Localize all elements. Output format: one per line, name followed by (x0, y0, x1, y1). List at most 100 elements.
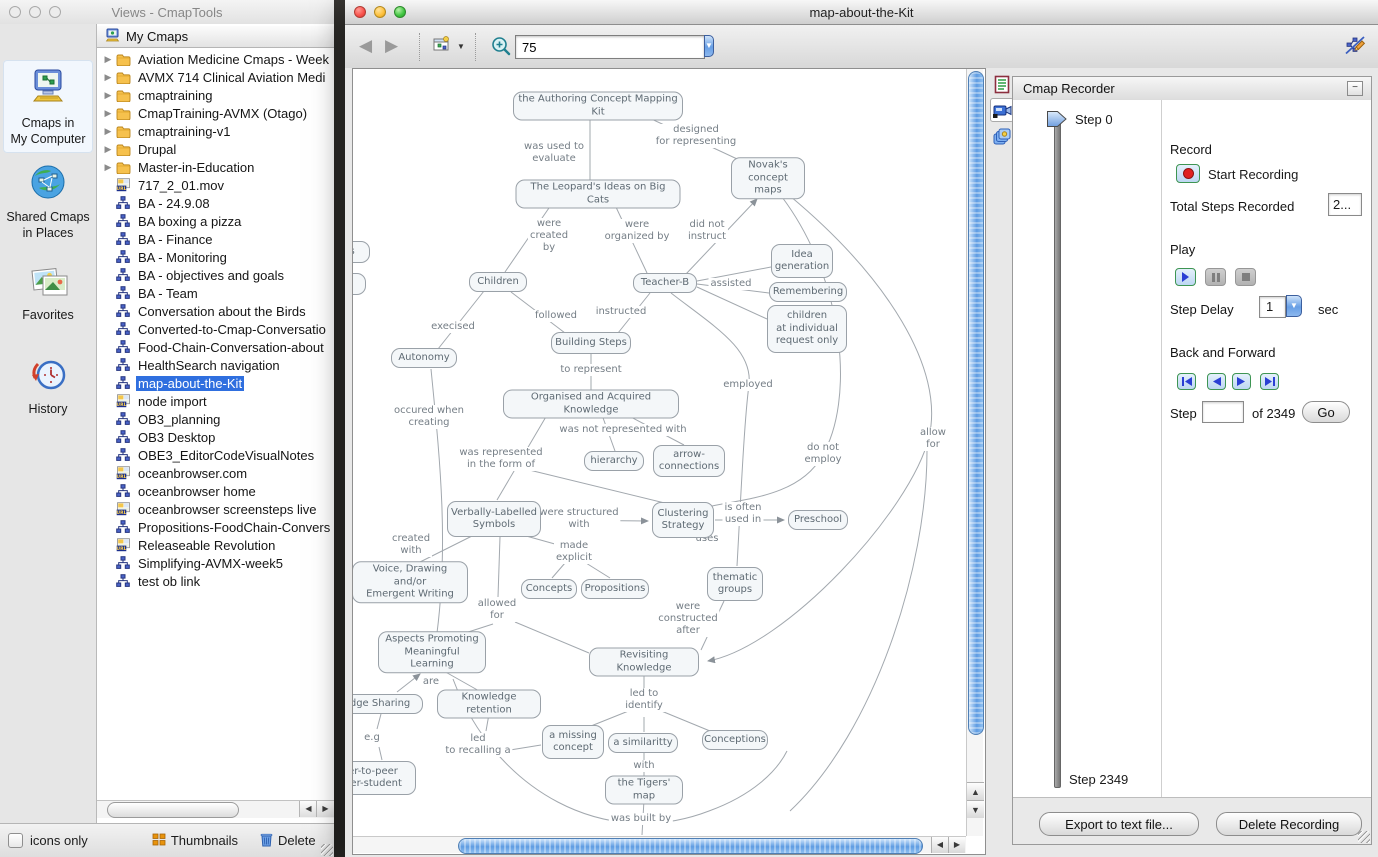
scroll-up-button[interactable]: ▲ (967, 782, 984, 800)
cmap-node[interactable]: Voice, Drawing and/or Emergent Writing (353, 561, 468, 603)
start-recording-button[interactable] (1176, 164, 1200, 183)
tree-horizontal-scrollbar[interactable]: ◀ ▶ (97, 800, 334, 818)
cmap-node[interactable]: Teacher-B (633, 273, 697, 293)
zoom-level-input[interactable] (516, 36, 704, 58)
delete-button[interactable]: Delete (260, 832, 316, 850)
tree-item-label[interactable]: oceanbrowser.com (136, 466, 249, 481)
cmap-node[interactable]: The Leopard's Ideas on Big Cats (516, 180, 681, 209)
cmap-link-label[interactable]: employed (721, 379, 775, 391)
tree-item[interactable]: Simplifying-AVMX-week5 (97, 554, 334, 572)
zoom-button[interactable] (394, 6, 406, 18)
cmap-node[interactable]: thematic groups (707, 567, 763, 601)
cmap-link-label[interactable]: were constructed after (656, 601, 719, 637)
scroll-left-button[interactable]: ◀ (299, 801, 317, 817)
disclosure-triangle-icon[interactable]: ▶ (101, 72, 115, 83)
step-slider-track[interactable] (1054, 122, 1061, 788)
tree-item-label[interactable]: Propositions-FoodChain-Convers (136, 520, 332, 535)
cmap-link-label[interactable]: made explicit (554, 540, 594, 564)
cmap-node[interactable]: er-to-peer her-student (353, 761, 416, 795)
tree-item[interactable]: ▶Aviation Medicine Cmaps - Week (97, 50, 334, 68)
canvas-vertical-scrollbar[interactable]: ▲ ▼ (966, 69, 983, 836)
tree-item[interactable]: ▶ cmaptraining-v1 (97, 122, 334, 140)
cmap-link-label[interactable]: e.g (362, 732, 382, 744)
cmap-node[interactable]: arrow- connections (653, 445, 725, 477)
cmap-link-label[interactable]: with (631, 760, 656, 772)
zoom-in-icon[interactable] (491, 36, 512, 62)
close-button[interactable] (354, 6, 366, 18)
step-delay-value[interactable]: 1 (1259, 296, 1286, 318)
scroll-left-button[interactable]: ◀ (931, 837, 948, 853)
new-window-button[interactable] (431, 36, 451, 58)
tree-item-label[interactable]: map-about-the-Kit (136, 376, 244, 391)
tree-item[interactable]: ▶Drupal (97, 140, 334, 158)
minimize-button[interactable] (29, 6, 41, 18)
cmap-node[interactable]: the Authoring Concept Mapping Kit (513, 92, 683, 121)
tree-item-label[interactable]: 717_2_01.mov (136, 178, 226, 193)
tree-item-label[interactable]: cmaptraining-v1 (136, 124, 233, 139)
cmap-node[interactable]: Verbally-Labelled Symbols (447, 501, 541, 537)
cmap-link-label[interactable]: do not employ (802, 442, 843, 466)
cmap-link-label[interactable]: is often used in (722, 502, 763, 526)
disclosure-triangle-icon[interactable]: ▶ (101, 162, 115, 173)
cmap-link-label[interactable]: to represent (558, 364, 623, 376)
cmap-node[interactable]: Knowledge retention (437, 690, 541, 719)
layers-panel-button[interactable] (990, 124, 1014, 148)
cmap-link-label[interactable]: were created by (528, 218, 570, 254)
disclosure-triangle-icon[interactable]: ▶ (101, 144, 115, 155)
tree-item-label[interactable]: AVMX 714 Clinical Aviation Medi (136, 70, 327, 85)
tree-item-label[interactable]: BA - 24.9.08 (136, 196, 212, 211)
tree-item-label[interactable]: OB3_planning (136, 412, 222, 427)
back-button[interactable]: ◀ (359, 37, 372, 55)
tree-item[interactable]: URLnode import (97, 392, 334, 410)
tree-item[interactable]: URLReleaseable Revolution (97, 536, 334, 554)
export-text-button[interactable]: Export to text file... (1039, 812, 1199, 836)
cmap-link-label[interactable]: are (421, 676, 441, 688)
cmap-canvas[interactable]: was used to evaluatedesigned for represe… (353, 69, 966, 836)
cmap-link-label[interactable]: allowed for (476, 598, 518, 622)
cmap-node[interactable]: Organised and Acquired Knowledge (503, 390, 679, 419)
close-button[interactable] (9, 6, 21, 18)
cmap-node[interactable]: hierarchy (584, 451, 644, 471)
scroll-right-button[interactable]: ▶ (316, 801, 334, 817)
minimize-button[interactable] (374, 6, 386, 18)
play-button[interactable] (1175, 268, 1196, 286)
tree-item-label[interactable]: OBE3_EditorCodeVisualNotes (136, 448, 316, 463)
cmap-node[interactable]: the Tigers' map (605, 776, 683, 805)
tree-item-label[interactable]: Converted-to-Cmap-Conversatio (136, 322, 328, 337)
disclosure-triangle-icon[interactable]: ▶ (101, 108, 115, 119)
tree-item-label[interactable]: CmapTraining-AVMX (Otago) (136, 106, 309, 121)
cmap-node[interactable]: Idea generation (771, 244, 833, 278)
cmap-link-label[interactable]: instructed (594, 306, 649, 318)
resize-grip[interactable] (321, 844, 333, 856)
views-titlebar[interactable]: Views - CmapTools (0, 0, 334, 25)
tree-item[interactable]: Propositions-FoodChain-Convers (97, 518, 334, 536)
tree-item[interactable]: OB3 Desktop (97, 428, 334, 446)
zoom-button[interactable] (49, 6, 61, 18)
tree-item[interactable]: BA - objectives and goals (97, 266, 334, 284)
zoom-dropdown-button[interactable]: ▼ (704, 35, 714, 57)
disclosure-triangle-icon[interactable]: ▶ (101, 90, 115, 101)
cmap-node[interactable]: Remembering (769, 282, 847, 302)
tree-item[interactable]: ▶Master-in-Education (97, 158, 334, 176)
cmap-node[interactable]: Clustering Strategy (652, 502, 714, 538)
sidebar-item-globe[interactable]: Shared Cmaps in Places (3, 156, 93, 247)
tree-header[interactable]: My Cmaps (97, 26, 334, 48)
cmap-link-label[interactable]: allow for (917, 427, 950, 451)
first-step-button[interactable] (1177, 373, 1196, 390)
last-step-button[interactable] (1260, 373, 1279, 390)
cmap-link-label[interactable]: was used to evaluate (522, 141, 586, 165)
tree-item[interactable]: OBE3_EditorCodeVisualNotes (97, 446, 334, 464)
cmap-link-label[interactable]: led to identify (623, 688, 665, 712)
disclosure-triangle-icon[interactable]: ▶ (101, 126, 115, 137)
annotate-cmap-icon[interactable] (1344, 35, 1366, 60)
tree-item[interactable]: URLoceanbrowser.com (97, 464, 334, 482)
step-number-input[interactable] (1202, 401, 1244, 423)
tree-item-label[interactable]: Releaseable Revolution (136, 538, 277, 553)
tree-item-label[interactable]: node import (136, 394, 209, 409)
cmap-link-label[interactable]: were structured with (537, 507, 620, 531)
chevron-down-icon[interactable]: ▼ (457, 42, 465, 51)
tree-item-label[interactable]: BA boxing a pizza (136, 214, 243, 229)
go-button[interactable]: Go (1302, 401, 1350, 423)
cmap-link-label[interactable]: occured when creating (392, 405, 466, 429)
tree-item[interactable]: BA boxing a pizza (97, 212, 334, 230)
